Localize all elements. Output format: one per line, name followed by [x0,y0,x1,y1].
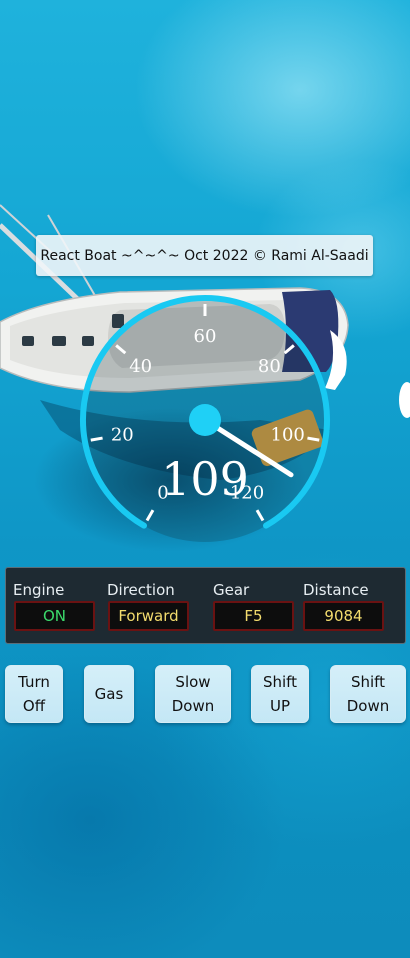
speedometer-tick-label: 100 [271,425,305,446]
slow-down-button[interactable]: Slow Down [155,665,231,723]
engine-label: Engine [13,581,65,599]
turn-off-label-line1: Turn [18,673,50,691]
app-title-banner: React Boat ~^~^~ Oct 2022 © Rami Al-Saad… [36,235,373,276]
turn-off-button[interactable]: Turn Off [5,665,63,723]
speedometer: 020406080100120 109 [80,295,330,542]
gear-status: F5 [213,601,294,631]
slow-down-label-line1: Slow [175,673,211,691]
shift-down-label-line1: Shift [350,673,386,691]
shift-up-label-line1: Shift [262,673,298,691]
gas-label: Gas [94,685,124,703]
app-title: React Boat ~^~^~ Oct 2022 © Rami Al-Saad… [40,247,369,264]
speedometer-tick [90,436,103,442]
speedometer-tick-label: 20 [111,425,134,446]
slow-down-label-line2: Down [171,697,215,715]
gas-button[interactable]: Gas [84,665,134,723]
shift-down-button[interactable]: Shift Down [330,665,406,723]
engine-status: ON [14,601,95,631]
speedometer-tick-label: 40 [129,356,152,377]
shift-up-button[interactable]: Shift UP [251,665,309,723]
control-buttons: Turn Off Gas Slow Down Shift UP Shift Do… [0,665,410,725]
speedometer-hub [189,404,221,436]
direction-label: Direction [107,581,175,599]
turn-off-label-line2: Off [22,697,46,715]
speedometer-tick [307,436,320,442]
direction-status: Forward [108,601,189,631]
distance-label: Distance [303,581,369,599]
speedometer-tick-label: 60 [194,326,217,347]
shift-down-label-line2: Down [346,697,390,715]
speed-readout: 109 [161,452,249,506]
speedometer-tick-label: 80 [258,356,281,377]
gear-label: Gear [213,581,250,599]
shift-up-label-line2: UP [269,697,290,715]
dashboard-panel: Engine ON Direction Forward Gear F5 Dist… [5,567,406,644]
distance-status: 9084 [303,601,384,631]
